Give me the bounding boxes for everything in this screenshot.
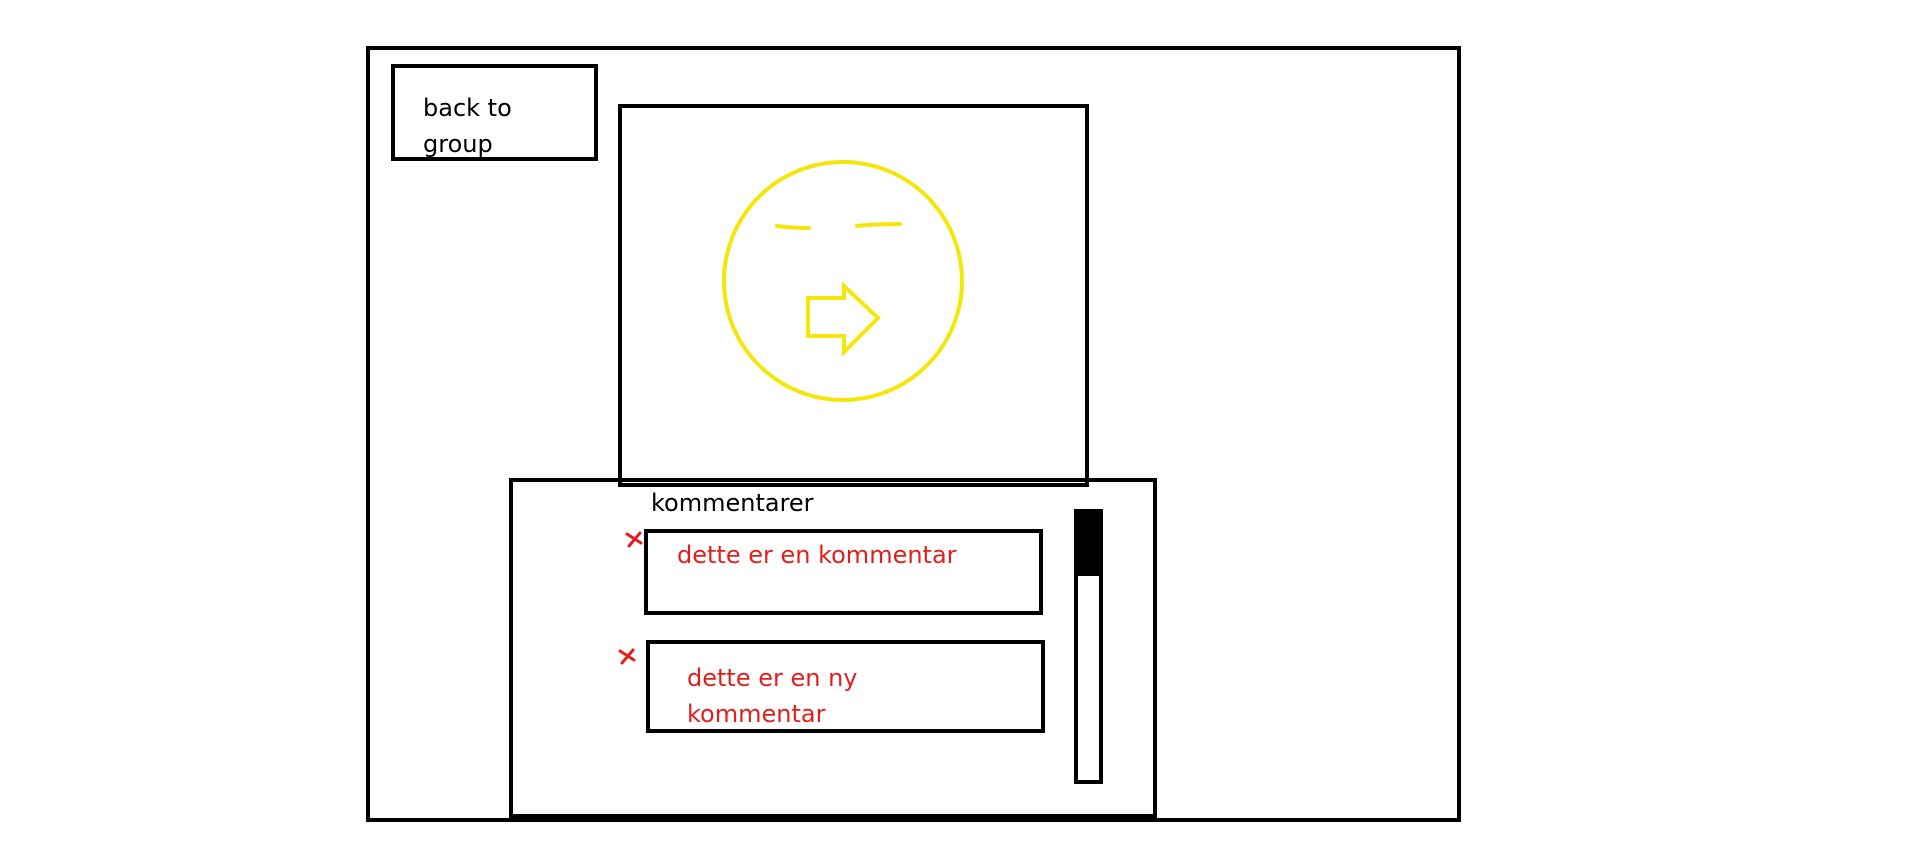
comment-text: dette er en ny kommentar xyxy=(687,664,858,728)
comment-text: dette er en kommentar xyxy=(677,541,957,569)
comment-item: dette er en kommentar xyxy=(644,529,1043,615)
back-to-group-label: back to group xyxy=(423,94,512,158)
delete-comment-icon[interactable] xyxy=(624,529,644,549)
delete-comment-icon[interactable] xyxy=(617,646,637,666)
comments-title: kommentarer xyxy=(651,489,814,517)
back-to-group-button[interactable]: back to group xyxy=(391,64,598,161)
scrollbar-thumb[interactable] xyxy=(1078,513,1099,576)
post-image xyxy=(618,104,1089,487)
emoji-face-with-arrow-icon xyxy=(722,160,964,402)
comment-item: dette er en ny kommentar xyxy=(646,640,1045,733)
comments-scrollbar[interactable] xyxy=(1074,509,1103,784)
